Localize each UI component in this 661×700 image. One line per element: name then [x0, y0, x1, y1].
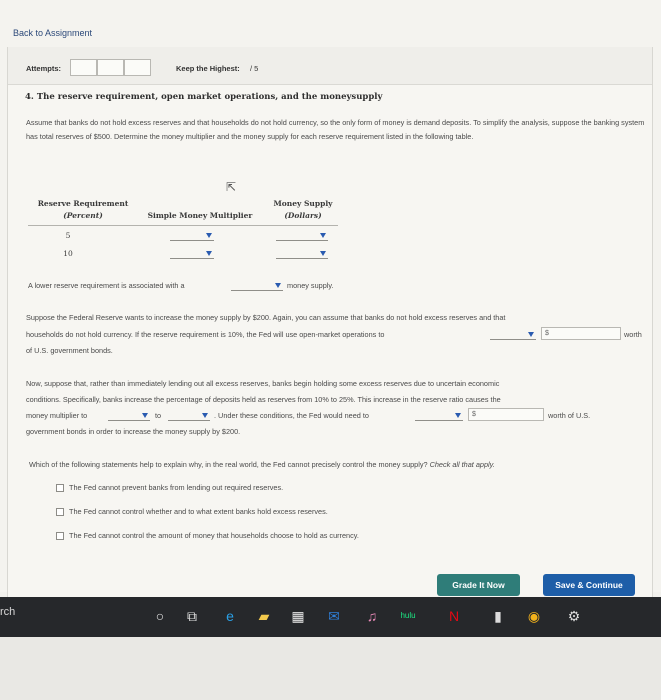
col-header-line: Reserve Requirement: [37, 199, 129, 208]
document-icon[interactable]: ▮: [490, 607, 506, 625]
multiplier-dropdown-row2[interactable]: [170, 249, 214, 259]
col-header-unit: (Dollars): [284, 211, 322, 220]
checklist-item[interactable]: The Fed cannot control whether and to wh…: [56, 507, 476, 516]
checkbox[interactable]: [56, 507, 64, 516]
excess-text-line2: conditions. Specifically, banks increase…: [26, 395, 501, 404]
fed-action-dropdown[interactable]: [415, 411, 463, 421]
taskbar-search-text[interactable]: rch: [0, 606, 15, 618]
excess-under-label: . Under these conditions, the Fed would …: [214, 411, 369, 420]
question-intro: Assume that banks do not hold excess res…: [26, 118, 645, 141]
edge-icon[interactable]: e: [222, 607, 238, 625]
mm-from-dropdown[interactable]: [108, 411, 150, 421]
col-header-line: Money Supply: [273, 199, 333, 208]
attempt-box: [124, 59, 151, 76]
checklist-prompt: Which of the following statements help t…: [29, 460, 495, 469]
chevron-down-icon: [142, 413, 148, 418]
netflix-icon[interactable]: N: [446, 607, 462, 625]
keep-highest-value: / 5: [250, 64, 259, 73]
hulu-icon[interactable]: hulu: [400, 607, 416, 625]
excess-text-line4: government bonds in order to increase th…: [26, 427, 241, 436]
mail-icon[interactable]: ✉: [326, 607, 342, 625]
checklist-hint: Check all that apply.: [429, 460, 495, 469]
chevron-down-icon: [206, 233, 212, 238]
col-header-unit: (Percent): [63, 211, 103, 220]
checklist-prompt-text: Which of the following statements help t…: [29, 460, 428, 469]
desk-surface: [0, 637, 661, 700]
col-money-multiplier: Simple Money Multiplier: [147, 211, 253, 220]
open-market-action-dropdown[interactable]: [490, 330, 536, 340]
attempt-box: [97, 59, 124, 76]
chevron-down-icon: [206, 251, 212, 256]
checkbox[interactable]: [56, 531, 64, 540]
cortana-icon[interactable]: ○: [152, 607, 168, 625]
taskbar: rch ○ ⧉ e ▰ ▦ ✉ ♫ hulu N ▮ ◉ ⚙: [0, 597, 661, 637]
excess-to-label: to: [155, 411, 162, 420]
question-title: 4. The reserve requirement, open market …: [25, 92, 383, 102]
mm-to-dropdown[interactable]: [168, 411, 210, 421]
fed-text-line2: households do not hold currency. If the …: [26, 330, 385, 339]
task-view-icon[interactable]: ⧉: [184, 607, 200, 625]
attempts-label: Attempts:: [26, 64, 61, 73]
money-supply-direction-dropdown[interactable]: [231, 281, 283, 291]
settings-gear-icon[interactable]: ⚙: [566, 607, 582, 625]
fed-worth-label: worth: [624, 330, 642, 339]
chevron-down-icon: [320, 251, 326, 256]
statement1-before: A lower reserve requirement is associate…: [28, 281, 185, 290]
money-supply-dropdown-row1[interactable]: [276, 231, 328, 241]
attempt-box: [70, 59, 97, 76]
col-money-supply: Money Supply (Dollars): [268, 198, 338, 222]
chevron-down-icon: [528, 332, 534, 337]
keep-highest-label: Keep the Highest:: [176, 64, 240, 73]
excess-worth-label: worth of U.S.: [548, 411, 591, 420]
bond-amount-input[interactable]: $: [541, 327, 621, 340]
table-row-rr: 10: [63, 249, 73, 258]
col-reserve-requirement: Reserve Requirement (Percent): [28, 198, 138, 222]
money-supply-dropdown-row2[interactable]: [276, 249, 328, 259]
table-divider: [28, 225, 338, 226]
chevron-down-icon: [320, 233, 326, 238]
grade-it-now-button[interactable]: Grade It Now: [437, 574, 520, 596]
music-icon[interactable]: ♫: [364, 607, 380, 625]
save-continue-button[interactable]: Save & Continue: [543, 574, 635, 596]
checklist-item-label: The Fed cannot control the amount of mon…: [69, 531, 359, 540]
multiplier-dropdown-row1[interactable]: [170, 231, 214, 241]
checklist-item[interactable]: The Fed cannot control the amount of mon…: [56, 531, 476, 540]
file-explorer-icon[interactable]: ▰: [256, 607, 272, 625]
chevron-down-icon: [275, 283, 281, 288]
store-icon[interactable]: ▦: [290, 607, 306, 625]
chrome-icon[interactable]: ◉: [526, 607, 542, 625]
fed-text-line1: Suppose the Federal Reserve wants to inc…: [26, 313, 506, 322]
back-to-assignment-link[interactable]: Back to Assignment: [13, 28, 92, 38]
checkbox[interactable]: [56, 483, 64, 492]
excess-text-line1: Now, suppose that, rather than immediate…: [26, 379, 500, 388]
bond-amount-input-2[interactable]: $: [468, 408, 544, 421]
checklist-item-label: The Fed cannot control whether and to wh…: [69, 507, 328, 516]
chevron-down-icon: [455, 413, 461, 418]
excess-mm-label: money multiplier to: [26, 411, 88, 420]
checklist-item[interactable]: The Fed cannot prevent banks from lendin…: [56, 483, 476, 492]
assignment-page: Back to Assignment Attempts: Keep the Hi…: [0, 0, 661, 597]
table-row-rr: 5: [65, 231, 71, 240]
fed-text-line3: of U.S. government bonds.: [26, 346, 113, 355]
checklist-item-label: The Fed cannot prevent banks from lendin…: [69, 483, 284, 492]
attempts-bar: Attempts: Keep the Highest: / 5: [8, 47, 652, 85]
mouse-cursor-icon: ⇱: [226, 180, 237, 194]
attempt-indicators: [70, 59, 151, 76]
statement1-after: money supply.: [287, 281, 334, 290]
chevron-down-icon: [202, 413, 208, 418]
